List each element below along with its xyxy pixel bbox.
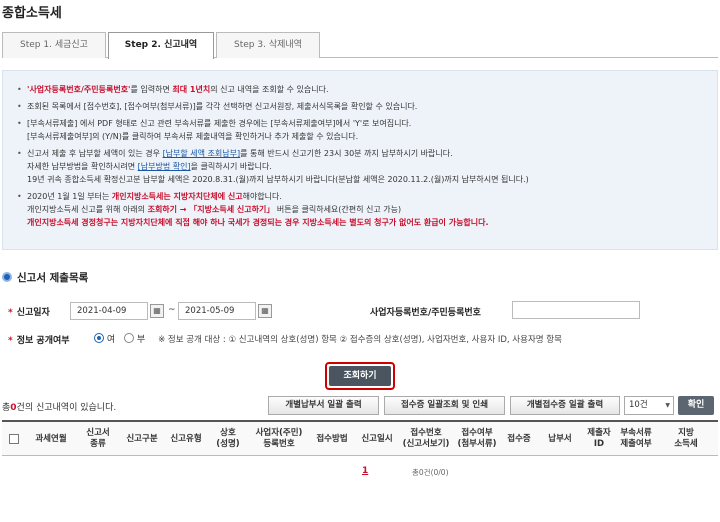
pagination-page-1[interactable]: 1 [362, 466, 368, 476]
disclose-no-radio[interactable] [124, 333, 135, 343]
section-title-text: 신고서 제출목록 [17, 272, 89, 284]
date-separator: ~ [168, 305, 176, 315]
select-all-checkbox[interactable] [9, 434, 19, 444]
calendar-icon[interactable]: ▦ [258, 304, 272, 318]
tab-step2[interactable]: Step 2. 신고내역 [108, 32, 214, 59]
disclose-row: 정보 공개여부 [8, 333, 70, 346]
bullet-icon [2, 272, 12, 282]
col-header: 신고구분 [126, 433, 158, 444]
result-count: 총0건의 신고내역이 있습니다. [2, 400, 116, 413]
disclose-no-label: 부 [136, 335, 146, 345]
tax-payment-link[interactable]: [납부할 세액 조회납부] [163, 149, 241, 158]
col-header: 제출자 ID [587, 428, 611, 449]
notice-text: 버튼을 클릭하세요(간편히 신고 가능) [274, 205, 402, 214]
date-label: 신고일자 [8, 305, 50, 318]
notice-highlight: 개인지방소득세 경정청구는 지방자치단체에 직접 해야 하나 국세가 경정되는 … [27, 218, 489, 227]
notice-item-2: 조회된 목록에서 [접수번호], [접수여부(첨부서류)]를 각각 선택하면 신… [17, 100, 703, 113]
notice-highlight: '사업자등록번호/주민등록번호' [27, 85, 131, 94]
notice-text: [부속서류제출] 에서 PDF 형태로 신고 관련 부속서류를 제출한 경우에는… [27, 119, 412, 128]
notice-box: '사업자등록번호/주민등록번호'를 입력하면 최대 1년치의 신고 내역을 조회… [2, 70, 718, 250]
notice-text: 를 통해 반드시 신고기한 23시 30분 까지 납부하시기 바랍니다. [240, 149, 453, 158]
disclose-yes-radio[interactable] [94, 333, 104, 343]
confirm-button[interactable]: 확인 [678, 396, 714, 415]
col-header: 접수증 [507, 433, 531, 444]
disclose-options: 여 부 ※ 정보 공개 대상 : ① 신고내역의 상호(성명) 항목 ② 접수증… [94, 332, 562, 345]
tab-step1[interactable]: Step 1. 세금신고 [2, 32, 106, 58]
notice-text: 자세한 납부방법을 확인하시려면 [27, 162, 138, 171]
col-header: 지방 소득세 [674, 428, 698, 449]
disclose-label: 정보 공개여부 [8, 333, 70, 346]
col-header: 신고유형 [170, 433, 202, 444]
bizno-label: 사업자등록번호/주민등록번호 [370, 308, 481, 318]
calendar-icon[interactable]: ▦ [150, 304, 164, 318]
col-header: 과세연월 [35, 433, 67, 444]
col-header: 상호 (성명) [216, 428, 240, 449]
notice-text: 개인지방소득세 신고를 위해 아래의 [27, 205, 148, 214]
receipt-bulk-print-button[interactable]: 접수증 일괄조회 및 인쇄 [384, 396, 505, 415]
select-all-checkbox-cell [2, 422, 26, 456]
notice-item-4: 신고서 제출 후 납부할 세액이 있는 경우 [납부할 세액 조회납부]를 통해… [17, 147, 703, 186]
total-records: 총0건(0/0) [412, 468, 449, 477]
bulk-payment-print-button[interactable]: 개별납부서 일괄 출력 [268, 396, 379, 415]
col-header: 신고일시 [361, 433, 393, 444]
notice-highlight: 최대 1년치 [172, 85, 211, 94]
notice-text: 의 신고 내역을 조회할 수 있습니다. [210, 85, 329, 94]
search-button-highlight: 조회하기 [325, 362, 395, 390]
col-header: 신고서 종류 [86, 428, 110, 449]
notice-text: 을 클릭하시기 바랍니다. [190, 162, 272, 171]
search-button[interactable]: 조회하기 [329, 366, 391, 386]
payment-method-link[interactable]: [납부방법 확인] [138, 162, 191, 171]
date-row: 신고일자 [8, 305, 50, 318]
notice-item-3: [부속서류제출] 에서 PDF 형태로 신고 관련 부속서류를 제출한 경우에는… [17, 117, 703, 143]
col-header: 사업자(주민) 등록번호 [255, 428, 303, 449]
step-tabs: Step 1. 세금신고 Step 2. 신고내역 Step 3. 삭제내역 [2, 32, 718, 59]
notice-item-1: '사업자등록번호/주민등록번호'를 입력하면 최대 1년치의 신고 내역을 조회… [17, 83, 703, 96]
section-title: 신고서 제출목록 [2, 270, 88, 285]
disclose-yes-label: 여 [106, 335, 116, 345]
notice-text: 19년 귀속 종합소득세 확정신고분 납부할 세액은 2020.8.31.(월)… [27, 175, 529, 184]
notice-text: 를 입력하면 [130, 85, 173, 94]
page-title: 종합소득세 [2, 6, 62, 21]
disclose-note: ※ 정보 공개 대상 : ① 신고내역의 상호(성명) 항목 ② 접수증의 상호… [158, 335, 562, 345]
bizno-input[interactable] [512, 301, 640, 319]
notice-text: 신고서 제출 후 납부할 세액이 있는 경우 [27, 149, 163, 158]
notice-text: [부속서류제출여부]의 (Y/N)를 클릭하여 부속서류 제출내역을 확인하거나… [27, 132, 359, 141]
notice-text: 해야합니다. [242, 192, 282, 201]
col-header: 접수번호 (신고서보기) [402, 428, 450, 449]
notice-text: 2020년 1월 1일 부터는 [27, 192, 112, 201]
notice-item-5: 2020년 1월 1일 부터는 개인지방소득세는 지방자치단체에 신고해야합니다… [17, 190, 703, 229]
date-from-input[interactable]: 2021-04-09 [70, 302, 148, 320]
results-table-header: 과세연월 신고서 종류 신고구분 신고유형 상호 (성명) 사업자(주민) 등록… [2, 420, 718, 456]
col-header: 접수여부 (첨부서류) [457, 428, 497, 449]
date-to-input[interactable]: 2021-05-09 [178, 302, 256, 320]
result-count-suffix: 건의 신고내역이 있습니다. [16, 403, 117, 413]
page-size-select[interactable]: 10건 [624, 396, 674, 415]
col-header: 납부서 [548, 433, 572, 444]
col-header: 접수방법 [316, 433, 348, 444]
notice-highlight: 개인지방소득세는 지방자치단체에 신고 [111, 192, 243, 201]
individual-receipt-print-button[interactable]: 개별접수증 일괄 출력 [510, 396, 620, 415]
notice-highlight: 조회하기 → 「지방소득세 신고하기」 [147, 205, 275, 214]
tab-step3[interactable]: Step 3. 삭제내역 [216, 32, 320, 58]
col-header: 부속서류 제출여부 [620, 428, 652, 449]
